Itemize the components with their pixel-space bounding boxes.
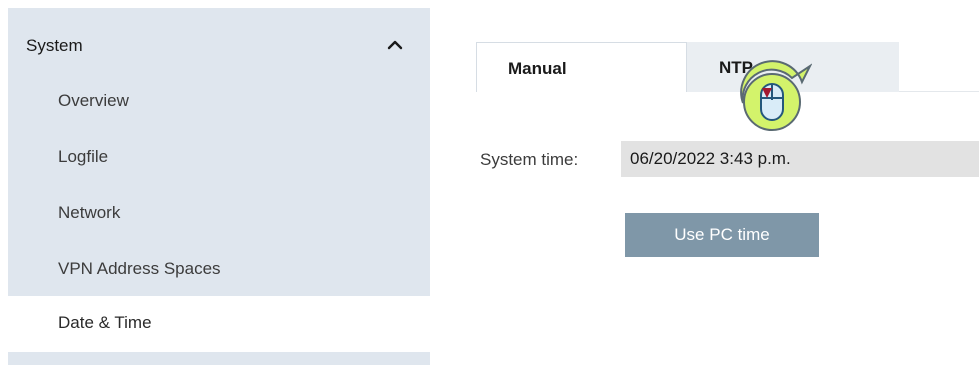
sidebar: System Overview Logfile Network VPN Addr… <box>8 8 430 365</box>
mouse-click-icon <box>740 60 812 131</box>
use-pc-time-button[interactable]: Use PC time <box>625 213 819 257</box>
sidebar-section-system[interactable]: System <box>8 24 430 68</box>
sidebar-item-label: Date & Time <box>58 313 152 332</box>
sidebar-item-overview[interactable]: Overview <box>8 74 430 130</box>
tab-bar: Manual NTP <box>476 42 979 92</box>
sidebar-item-date-time[interactable]: Date & Time <box>8 296 430 352</box>
tab-manual[interactable]: Manual <box>476 42 687 92</box>
tab-manual-label: Manual <box>508 59 567 78</box>
sidebar-item-network[interactable]: Network <box>8 186 430 242</box>
sidebar-item-label: Network <box>58 203 121 222</box>
sidebar-item-label: VPN Address Spaces <box>58 259 221 278</box>
sidebar-item-logfile[interactable]: Logfile <box>8 130 430 186</box>
sidebar-item-label: Overview <box>58 91 129 110</box>
chevron-up-icon[interactable] <box>386 38 404 50</box>
system-time-label: System time: <box>480 150 579 169</box>
sidebar-section-title: System <box>26 36 83 55</box>
system-time-field: 06/20/2022 3:43 p.m. <box>621 141 979 177</box>
date-time-settings-screen: System Overview Logfile Network VPN Addr… <box>0 0 979 365</box>
sidebar-item-label: Logfile <box>58 147 109 166</box>
sidebar-item-vpn-address-spaces[interactable]: VPN Address Spaces <box>8 242 430 298</box>
